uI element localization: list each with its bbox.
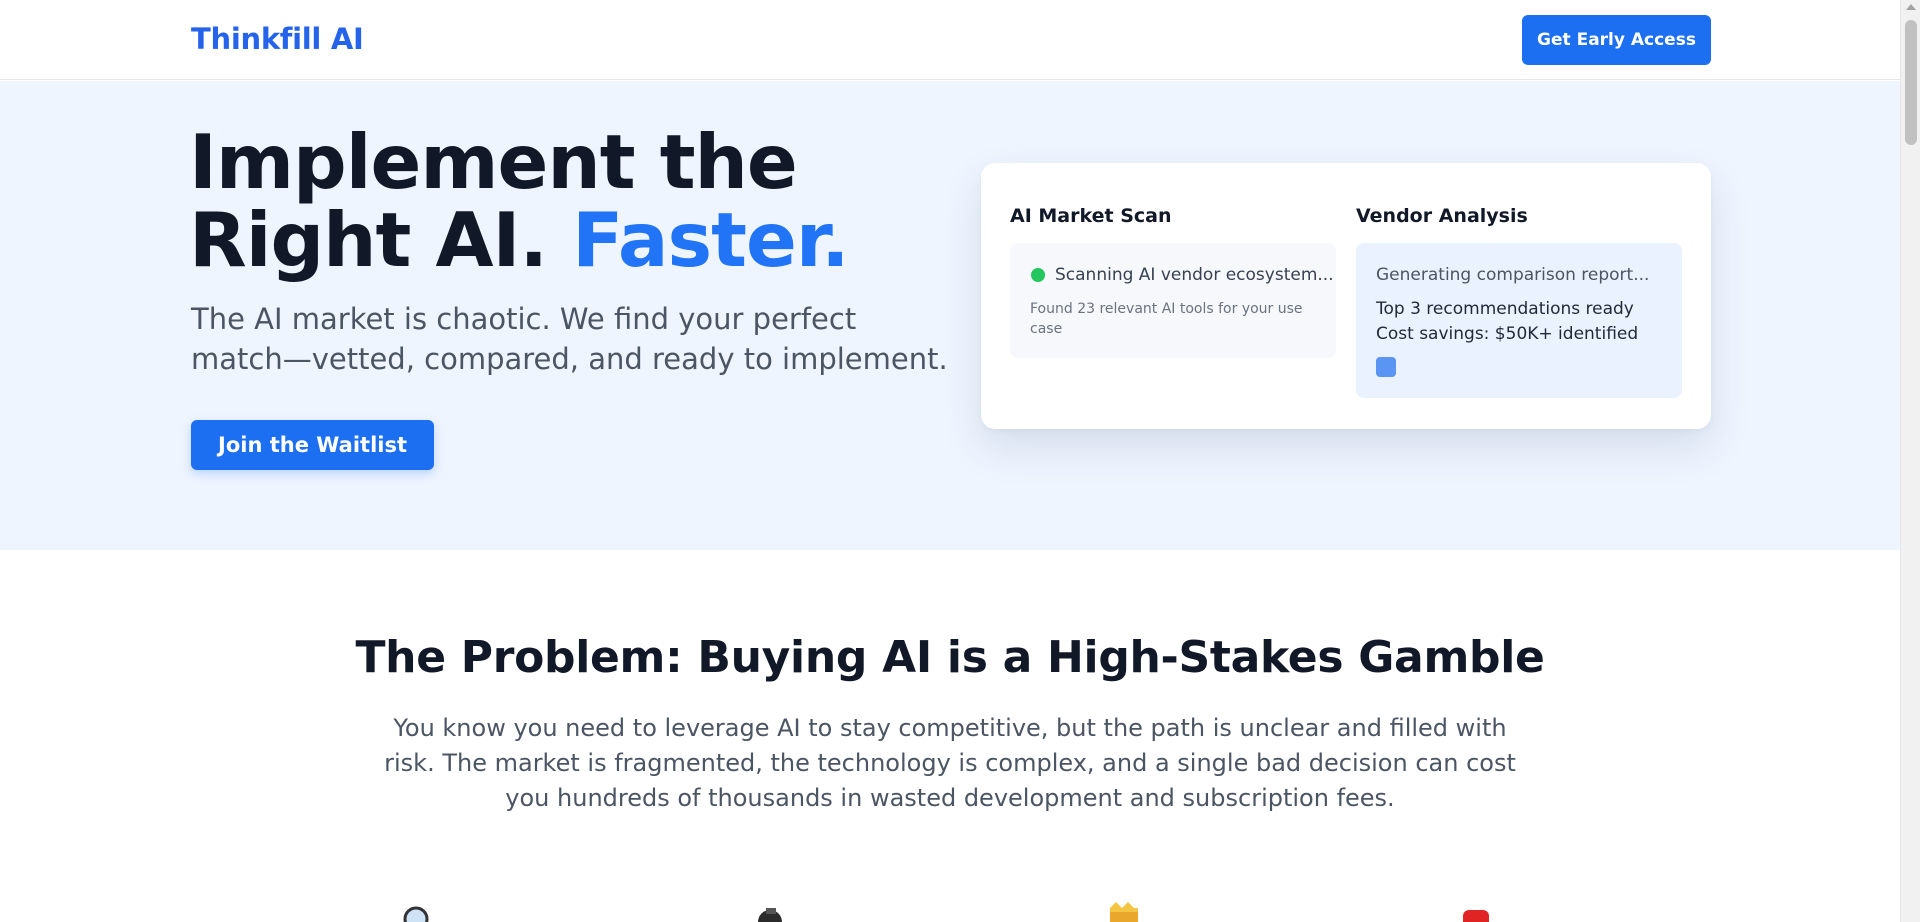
hero-title-accent: Faster.	[572, 196, 850, 284]
scroll-up-arrow-icon[interactable]	[1906, 4, 1916, 10]
problem-title: The Problem: Buying AI is a High-Stakes …	[355, 632, 1545, 683]
market-scan-panel: Scanning AI vendor ecosystem... Found 23…	[1010, 243, 1336, 358]
magnifier-icon	[398, 902, 434, 922]
feature-icons-row	[0, 902, 1900, 922]
hero-title: Implement the Right AI. Faster.	[189, 123, 850, 279]
vendor-status-text: Generating comparison report...	[1376, 265, 1650, 285]
scan-result-text: Found 23 relevant AI tools for your use …	[1030, 301, 1303, 337]
cost-savings-text: Cost savings: $50K+ identified	[1376, 324, 1639, 344]
scan-status-text: Scanning AI vendor ecosystem...	[1055, 265, 1334, 285]
recommendations-text: Top 3 recommendations ready	[1376, 299, 1634, 319]
market-scan-title: AI Market Scan	[1010, 205, 1172, 227]
crown-icon	[1106, 902, 1142, 922]
hero-section: Implement the Right AI. Faster. The AI m…	[0, 81, 1900, 550]
join-waitlist-button[interactable]: Join the Waitlist	[191, 420, 434, 470]
get-early-access-button[interactable]: Get Early Access	[1522, 15, 1711, 65]
landing-page: Thinkfill AI Get Early Access Implement …	[0, 0, 1900, 922]
hero-subtitle: The AI market is chaotic. We find your p…	[191, 302, 948, 376]
demo-card: AI Market Scan Vendor Analysis Scanning …	[981, 163, 1711, 429]
vendor-analysis-panel: Generating comparison report... Top 3 re…	[1356, 243, 1682, 398]
hero-title-line1: Implement the	[189, 118, 798, 206]
vendor-analysis-title: Vendor Analysis	[1356, 205, 1528, 227]
bomb-icon	[752, 902, 788, 922]
brand-logo[interactable]: Thinkfill AI	[191, 22, 364, 56]
red-alert-icon	[1458, 902, 1494, 922]
scrollbar-thumb[interactable]	[1905, 20, 1917, 145]
site-header: Thinkfill AI Get Early Access	[0, 0, 1900, 80]
status-dot-icon	[1031, 268, 1045, 282]
hero-title-line2: Right AI.	[189, 196, 548, 284]
progress-chip-icon	[1376, 357, 1396, 377]
vertical-scrollbar[interactable]	[1900, 0, 1920, 922]
problem-description: You know you need to leverage AI to stay…	[384, 714, 1516, 812]
